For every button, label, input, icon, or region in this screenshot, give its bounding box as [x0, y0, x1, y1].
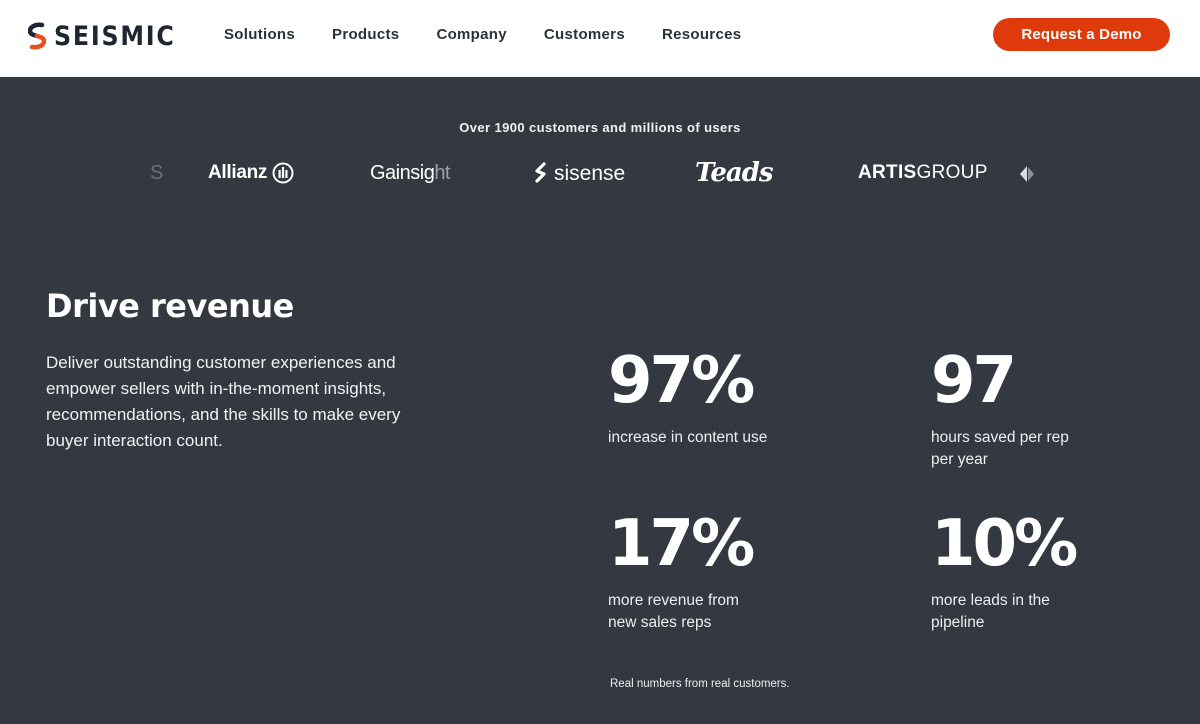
stat-label: increase in content use — [608, 429, 768, 446]
nav-solutions[interactable]: Solutions — [224, 26, 295, 43]
nav-resources[interactable]: Resources — [662, 26, 741, 43]
stat-label: more revenue from new sales reps — [608, 592, 739, 631]
stat-value: 97 — [931, 344, 1017, 418]
stat-label: hours saved per rep per year — [931, 429, 1069, 468]
nav-products[interactable]: Products — [332, 26, 399, 43]
stat-revenue: 17% more revenue from new sales reps — [608, 512, 768, 634]
logo-wordmark: SEISMIC — [54, 20, 176, 52]
customer-logo-carousel: S Allianz Gainsig ht sisense Teads ARTIS G… — [150, 150, 1045, 200]
artis-wordmark: ARTIS — [858, 162, 917, 183]
customers-heading: Over 1900 customers and millions of user… — [459, 120, 741, 135]
gainsight-wordmark: Gainsig — [370, 162, 435, 184]
stat-value: 17% — [608, 507, 755, 581]
sisense-logo: sisense — [532, 162, 625, 186]
section-description: Deliver outstanding customer experiences… — [46, 353, 401, 450]
nav-customers[interactable]: Customers — [544, 26, 625, 43]
stat-label: more leads in the pipeline — [931, 592, 1050, 631]
partial-logo-mark-icon — [1020, 166, 1034, 182]
seismic-logo[interactable]: SEISMIC — [28, 20, 192, 52]
site-header: SEISMIC Solutions Products Company Custo… — [0, 0, 1200, 77]
sisense-wordmark: sisense — [554, 162, 626, 185]
partial-logo-end — [1018, 164, 1044, 184]
artisgroup-logo: ARTIS GROUP — [858, 162, 988, 184]
allianz-logo: Allianz — [208, 162, 294, 184]
stat-leads: 10% more leads in the pipeline — [931, 512, 1091, 634]
main-nav: Solutions Products Company Customers Res… — [224, 26, 741, 43]
gainsight-logo: Gainsig ht — [370, 162, 450, 185]
stat-value: 97% — [608, 344, 755, 418]
teads-logo: Teads — [695, 158, 774, 188]
stat-hours-saved: 97 hours saved per rep per year — [931, 349, 1091, 471]
nav-company[interactable]: Company — [436, 26, 506, 43]
stat-value: 10% — [931, 507, 1078, 581]
request-demo-button[interactable]: Request a Demo — [993, 18, 1170, 51]
allianz-eagle-icon — [272, 162, 294, 184]
partial-logo: S — [150, 162, 164, 184]
seismic-mark-icon — [28, 22, 46, 50]
allianz-wordmark: Allianz — [208, 162, 268, 183]
gainsight-wordmark-fade: ht — [434, 162, 450, 184]
stat-content-use: 97% increase in content use — [608, 349, 768, 449]
section-title: Drive revenue — [46, 287, 294, 325]
group-wordmark: GROUP — [916, 162, 988, 183]
sisense-mark-icon — [535, 162, 546, 183]
stats-footnote: Real numbers from real customers. — [610, 678, 790, 690]
